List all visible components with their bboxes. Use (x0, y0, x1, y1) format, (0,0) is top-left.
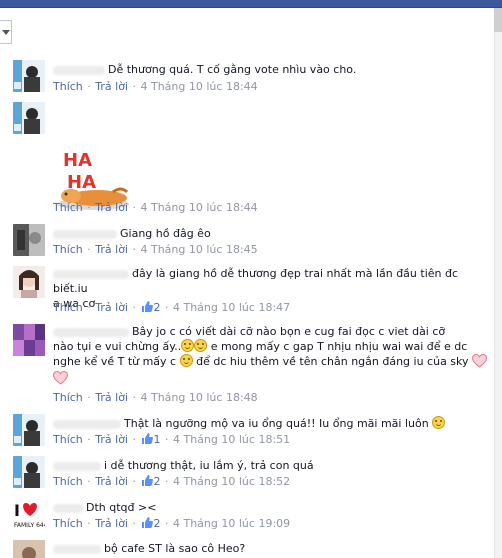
avatar[interactable] (13, 414, 45, 446)
like-count-number: 1 (153, 433, 161, 446)
thumbs-up-icon (141, 475, 153, 486)
reply-link[interactable]: Trả lời (95, 201, 128, 214)
timestamp[interactable]: 4 Tháng 10 lúc 18:44 (141, 201, 258, 214)
like-count-number: 2 (153, 517, 161, 530)
comment-text: Giang hồ đâg êo (120, 227, 211, 240)
reply-link[interactable]: Trả lời (95, 80, 128, 93)
like-link[interactable]: Thích (53, 201, 83, 214)
timestamp[interactable]: 4 Tháng 10 lúc 18:51 (173, 433, 290, 446)
top-nav-bar (0, 0, 502, 8)
heart-icon (53, 371, 68, 385)
reply-link[interactable]: Trả lời (95, 475, 128, 488)
like-link[interactable]: Thích (53, 243, 83, 256)
reply-link[interactable]: Trả lời (95, 517, 128, 530)
avatar[interactable] (13, 224, 45, 256)
comment-meta: Thích · Trả lời · 4 Tháng 10 lúc 18:48 (53, 391, 258, 404)
like-link[interactable]: Thích (53, 475, 83, 488)
comment-text-line1: Bây jo c có viết dài cỡ nào bọn e cug fa… (132, 325, 446, 338)
smile-emoji-icon (194, 339, 208, 352)
comment-text-line2a: nào tụi e vui chừng ấy.. (53, 340, 182, 353)
svg-text:FAMILY 644: FAMILY 644 (14, 522, 45, 529)
comment-text: Thật là ngưỡng mộ va iu ổng quá!! Iu ổng… (124, 417, 429, 430)
avatar[interactable]: I FAMILY 644 (13, 498, 45, 530)
like-count[interactable]: 2 (141, 301, 161, 314)
timestamp[interactable]: 4 Tháng 10 lúc 18:47 (173, 301, 290, 314)
comment-meta: Thích · Trả lời · 2 · 4 Tháng 10 lúc 18:… (53, 475, 291, 488)
blurred-name (53, 327, 129, 337)
avatar[interactable] (13, 324, 45, 356)
reply-link[interactable]: Trả lời (95, 301, 128, 314)
comment-text: i dễ thương thật, iu lắm ý, trả con quá (104, 459, 314, 472)
smile-emoji-icon (181, 339, 195, 352)
avatar[interactable] (13, 60, 45, 92)
like-link[interactable]: Thích (53, 433, 83, 446)
comment-meta: Thích · Trả lời · 4 Tháng 10 lúc 18:44 (53, 80, 258, 93)
like-link[interactable]: Thích (53, 391, 83, 404)
like-link[interactable]: Thích (53, 517, 83, 530)
svg-text:I: I (14, 501, 20, 520)
blurred-name (53, 544, 101, 554)
scrollbar-thumb[interactable] (494, 8, 502, 32)
timestamp[interactable]: 4 Tháng 10 lúc 18:52 (173, 475, 290, 488)
avatar[interactable] (13, 266, 45, 298)
svg-text:HA: HA (63, 150, 92, 171)
like-link[interactable]: Thích (53, 301, 83, 314)
comment-meta: Thích · Trả lời · 1 · 4 Tháng 10 lúc 18:… (53, 433, 291, 446)
blurred-name (53, 229, 117, 239)
smile-emoji-icon (432, 416, 446, 429)
smile-emoji-icon (179, 354, 193, 367)
blurred-name (53, 503, 83, 513)
avatar[interactable] (13, 102, 45, 134)
timestamp[interactable]: 4 Tháng 10 lúc 19:09 (173, 517, 290, 530)
comment-text-line3b: để dc hiu thêm về tên chân ngắn đáng iu … (192, 355, 469, 368)
blurred-name (53, 65, 105, 75)
avatar[interactable] (13, 456, 45, 488)
blurred-name (53, 461, 101, 471)
comment-meta: Thích · Trả lời · 4 Tháng 10 lúc 18:45 (53, 243, 258, 256)
like-count[interactable]: 2 (141, 517, 161, 530)
chevron-down-icon (2, 30, 10, 35)
comment-meta: Thích · Trả lời · 2 · 4 Tháng 10 lúc 18:… (53, 301, 291, 314)
blurred-name (53, 269, 129, 279)
comment-text-line2b: e mong mấy c gap T nhịu nhịu wai wai để … (207, 340, 468, 353)
comment-text-line3a: nghe kể về T từ mấy c (53, 355, 180, 368)
like-count[interactable]: 1 (141, 433, 161, 446)
comment-text: Dth qtqđ >< (86, 501, 157, 514)
comment-text: Dễ thương quá. T cố gằng vote nhìu vào c… (108, 63, 357, 76)
thumbs-up-icon (141, 517, 153, 528)
timestamp[interactable]: 4 Tháng 10 lúc 18:45 (141, 243, 258, 256)
comment-meta: Thích · Trả lời · 4 Tháng 10 lúc 18:44 (53, 201, 258, 214)
reply-link[interactable]: Trả lời (95, 433, 128, 446)
like-link[interactable]: Thích (53, 80, 83, 93)
like-count-number: 2 (153, 301, 161, 314)
timestamp[interactable]: 4 Tháng 10 lúc 18:44 (141, 80, 258, 93)
reply-link[interactable]: Trả lời (95, 391, 128, 404)
scrollbar-track[interactable] (494, 8, 502, 558)
thumbs-up-icon (141, 433, 153, 444)
like-count[interactable]: 2 (141, 475, 161, 488)
timestamp[interactable]: 4 Tháng 10 lúc 18:48 (141, 391, 258, 404)
comment-meta: Thích · Trả lời · 2 · 4 Tháng 10 lúc 19:… (53, 517, 291, 530)
like-count-number: 2 (153, 475, 161, 488)
haha-dog-sticker: HA HA (53, 136, 133, 210)
comment-filter-dropdown[interactable] (0, 20, 12, 44)
blurred-name (53, 419, 121, 429)
avatar[interactable] (13, 540, 45, 558)
thumbs-up-icon (141, 301, 153, 312)
heart-icon (472, 354, 488, 368)
reply-link[interactable]: Trả lời (95, 243, 128, 256)
comment-text: bộ cafe ST là sao cô Heo? (104, 542, 246, 555)
